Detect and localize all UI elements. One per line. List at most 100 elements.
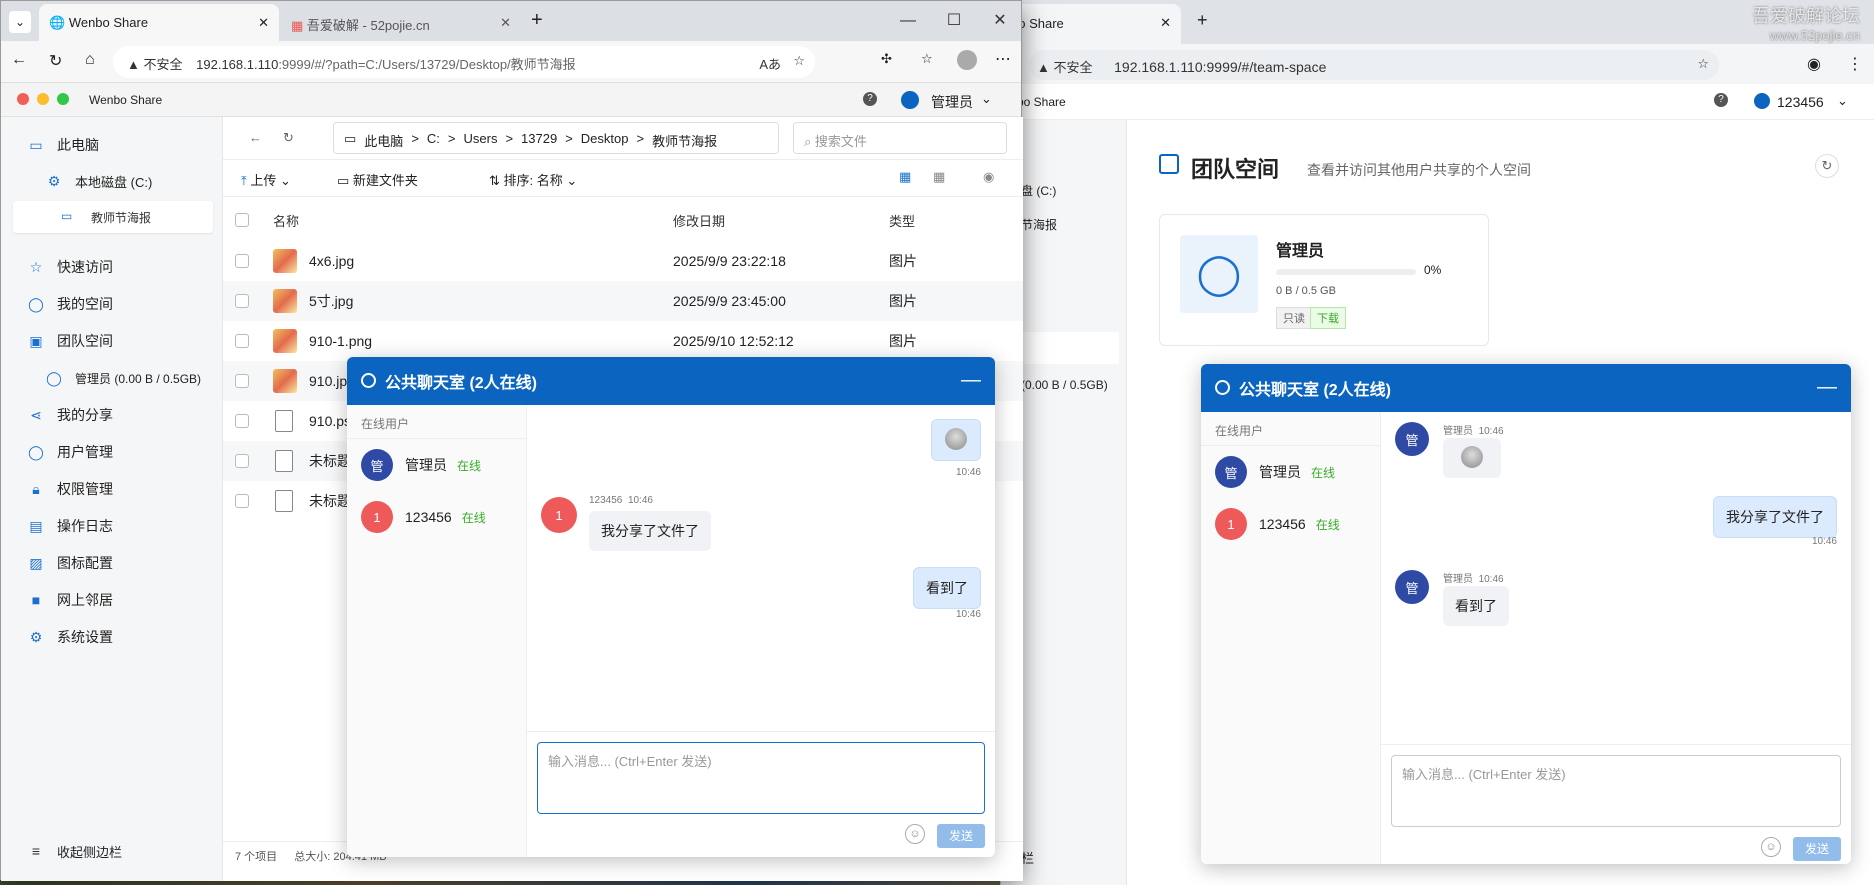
breadcrumb-item[interactable]: 此电脑	[364, 131, 403, 149]
select-all-checkbox[interactable]	[235, 213, 249, 227]
zoom-dot[interactable]	[57, 93, 69, 105]
chevron-down-icon[interactable]: ⌄	[1837, 93, 1848, 109]
sort-button[interactable]: ⇅ 排序: 名称 ⌄	[489, 170, 577, 189]
sidebar-item-network[interactable]: ■ 网上邻居	[27, 588, 113, 612]
chat-input[interactable]: 输入消息... (Ctrl+Enter 发送)	[537, 742, 985, 814]
new-tab-icon[interactable]: +	[531, 9, 543, 32]
help-icon[interactable]: ?	[1714, 93, 1728, 107]
star-icon[interactable]: ☆	[1697, 56, 1709, 72]
table-row[interactable]: 4x6.jpg 2025/9/9 23:22:18 图片	[223, 241, 1023, 281]
eye-icon[interactable]: ◉	[983, 169, 994, 185]
minimize-icon[interactable]: —	[961, 369, 981, 392]
url-box[interactable]: ▲ 不安全 192.168.1.110:9999/#/team-space ☆	[1029, 50, 1719, 80]
sidebar-item-my-shares[interactable]: ⋖ 我的分享	[27, 403, 113, 427]
avatar[interactable]	[901, 91, 919, 109]
read-aloud-icon[interactable]: Aあ	[759, 54, 781, 73]
avatar[interactable]	[1754, 93, 1770, 109]
tab-52pojie[interactable]: ▦ 吾爱破解 - 52pojie.cn ✕	[281, 4, 521, 41]
profile-icon[interactable]	[957, 50, 977, 70]
extensions-icon[interactable]: ✣	[881, 51, 892, 67]
user-row[interactable]: 管管理员 在线	[1201, 446, 1380, 498]
sidebar-item-user-management[interactable]: ◯ 用户管理	[27, 440, 113, 464]
row-checkbox[interactable]	[235, 254, 249, 268]
row-checkbox[interactable]	[235, 494, 249, 508]
column-header-type[interactable]: 类型	[889, 211, 915, 230]
refresh-icon[interactable]: ↻	[283, 130, 294, 146]
help-icon[interactable]: ?	[863, 92, 877, 106]
back-icon[interactable]: ←	[249, 130, 262, 145]
table-row[interactable]: 5寸.jpg 2025/9/9 23:45:00 图片	[223, 281, 1023, 321]
collapse-sidebar-button[interactable]: ≡ 收起侧边栏	[27, 839, 122, 863]
send-button[interactable]: 发送	[1793, 837, 1841, 861]
breadcrumb-item[interactable]: Desktop	[581, 131, 629, 146]
sidebar-item-permissions[interactable]: 🔒︎ 权限管理	[27, 477, 113, 501]
list-view-icon[interactable]: ▦	[933, 169, 945, 185]
chat-input[interactable]: 输入消息... (Ctrl+Enter 发送)	[1391, 755, 1841, 827]
search-input[interactable]: ⌕ 搜索文件	[793, 122, 1007, 154]
sidebar-item-quick-access[interactable]: ☆ 快速访问	[27, 255, 113, 279]
chevron-down-icon[interactable]: ⌄	[981, 91, 992, 107]
send-button[interactable]: 发送	[937, 824, 985, 848]
url-box[interactable]: ▲ 不安全 192.168.1.110:9999/#/?path=C:/User…	[113, 46, 815, 78]
breadcrumb-item[interactable]: Users	[464, 131, 498, 146]
sticker-message[interactable]	[931, 419, 981, 461]
message-bubble[interactable]: 看到了	[1443, 586, 1509, 626]
sidebar-item-local-disk[interactable]: ⚙ 本地磁盘 (C:)	[45, 169, 153, 193]
star-icon[interactable]: ☆	[793, 53, 805, 69]
row-checkbox[interactable]	[235, 414, 249, 428]
minimize-dot[interactable]	[37, 93, 49, 105]
minimize-window-icon[interactable]: —	[885, 1, 931, 41]
user-name[interactable]: 管理员	[931, 92, 973, 112]
column-header-date[interactable]: 修改日期	[673, 211, 725, 230]
emoji-icon[interactable]: ☺	[905, 824, 925, 844]
sidebar-item-admin-quota[interactable]: ◯ 管理员 (0.00 B / 0.5GB)	[45, 366, 201, 390]
user-row[interactable]: 管管理员 在线	[347, 439, 526, 491]
more-icon[interactable]: ⋯	[995, 49, 1011, 69]
breadcrumb-item[interactable]: 13729	[521, 131, 557, 146]
grid-view-icon[interactable]: ▦	[899, 169, 911, 185]
back-icon[interactable]: ←	[11, 51, 27, 69]
profile-icon[interactable]: ◉	[1807, 54, 1821, 74]
close-dot[interactable]	[17, 93, 29, 105]
close-icon[interactable]: ✕	[258, 15, 269, 31]
breadcrumb-item[interactable]: 教师节海报	[652, 131, 717, 149]
user-row[interactable]: 1 123456 在线	[1201, 498, 1380, 550]
minimize-icon[interactable]: —	[1817, 376, 1837, 399]
row-checkbox[interactable]	[235, 374, 249, 388]
tab-wenbo-share[interactable]: 🌐 Wenbo Share ✕	[39, 4, 279, 41]
new-folder-button[interactable]: ▭ 新建文件夹	[337, 170, 418, 189]
message-bubble[interactable]: 看到了	[913, 567, 981, 609]
close-icon[interactable]: ✕	[500, 15, 511, 31]
sidebar-item-this-pc[interactable]: ▭ 此电脑	[27, 133, 99, 157]
column-header-name[interactable]: 名称	[273, 211, 299, 230]
breadcrumb-item[interactable]: C:	[427, 131, 440, 146]
upload-button[interactable]: ⤒ 上传 ⌄	[241, 170, 291, 189]
sidebar-item-logs[interactable]: ▤ 操作日志	[27, 514, 113, 538]
emoji-icon[interactable]: ☺	[1761, 837, 1781, 857]
refresh-icon[interactable]: ↻	[1815, 154, 1839, 178]
row-checkbox[interactable]	[235, 334, 249, 348]
table-row[interactable]: 910-1.png 2025/9/10 12:52:12 图片	[223, 321, 1023, 361]
sidebar-item-my-space[interactable]: ◯ 我的空间	[27, 292, 113, 316]
sidebar-item-icon-config[interactable]: ▨ 图标配置	[27, 551, 113, 575]
maximize-window-icon[interactable]: ☐	[931, 1, 977, 41]
tab-menu-icon[interactable]: ⌄	[9, 11, 31, 33]
sticker-message[interactable]	[1443, 438, 1501, 478]
home-icon[interactable]: ⌂	[85, 51, 95, 69]
sidebar-item-team-space[interactable]: ▣ 团队空间	[27, 329, 113, 353]
user-row[interactable]: 1 123456 在线	[347, 491, 526, 543]
row-checkbox[interactable]	[235, 454, 249, 468]
sidebar-item-current-folder[interactable]: ▭ 教师节海报	[13, 201, 213, 233]
new-tab-icon[interactable]: +	[1197, 10, 1208, 31]
close-window-icon[interactable]: ✕	[977, 1, 1023, 41]
reload-icon[interactable]: ↻	[49, 51, 62, 71]
user-space-card[interactable]: ◯ 管理员 0% 0 B / 0.5 GB 只读 下载	[1159, 214, 1489, 346]
right-tab-active[interactable]: bo Share ✕	[1001, 4, 1181, 44]
sidebar-item-settings[interactable]: ⚙ 系统设置	[27, 625, 113, 649]
favorites-icon[interactable]: ☆	[921, 51, 933, 67]
message-bubble[interactable]: 我分享了文件了	[1713, 496, 1837, 538]
close-icon[interactable]: ✕	[1160, 15, 1171, 31]
message-bubble[interactable]: 我分享了文件了	[589, 511, 711, 551]
menu-icon[interactable]: ⋮	[1847, 54, 1863, 74]
user-name[interactable]: 123456	[1777, 94, 1824, 110]
